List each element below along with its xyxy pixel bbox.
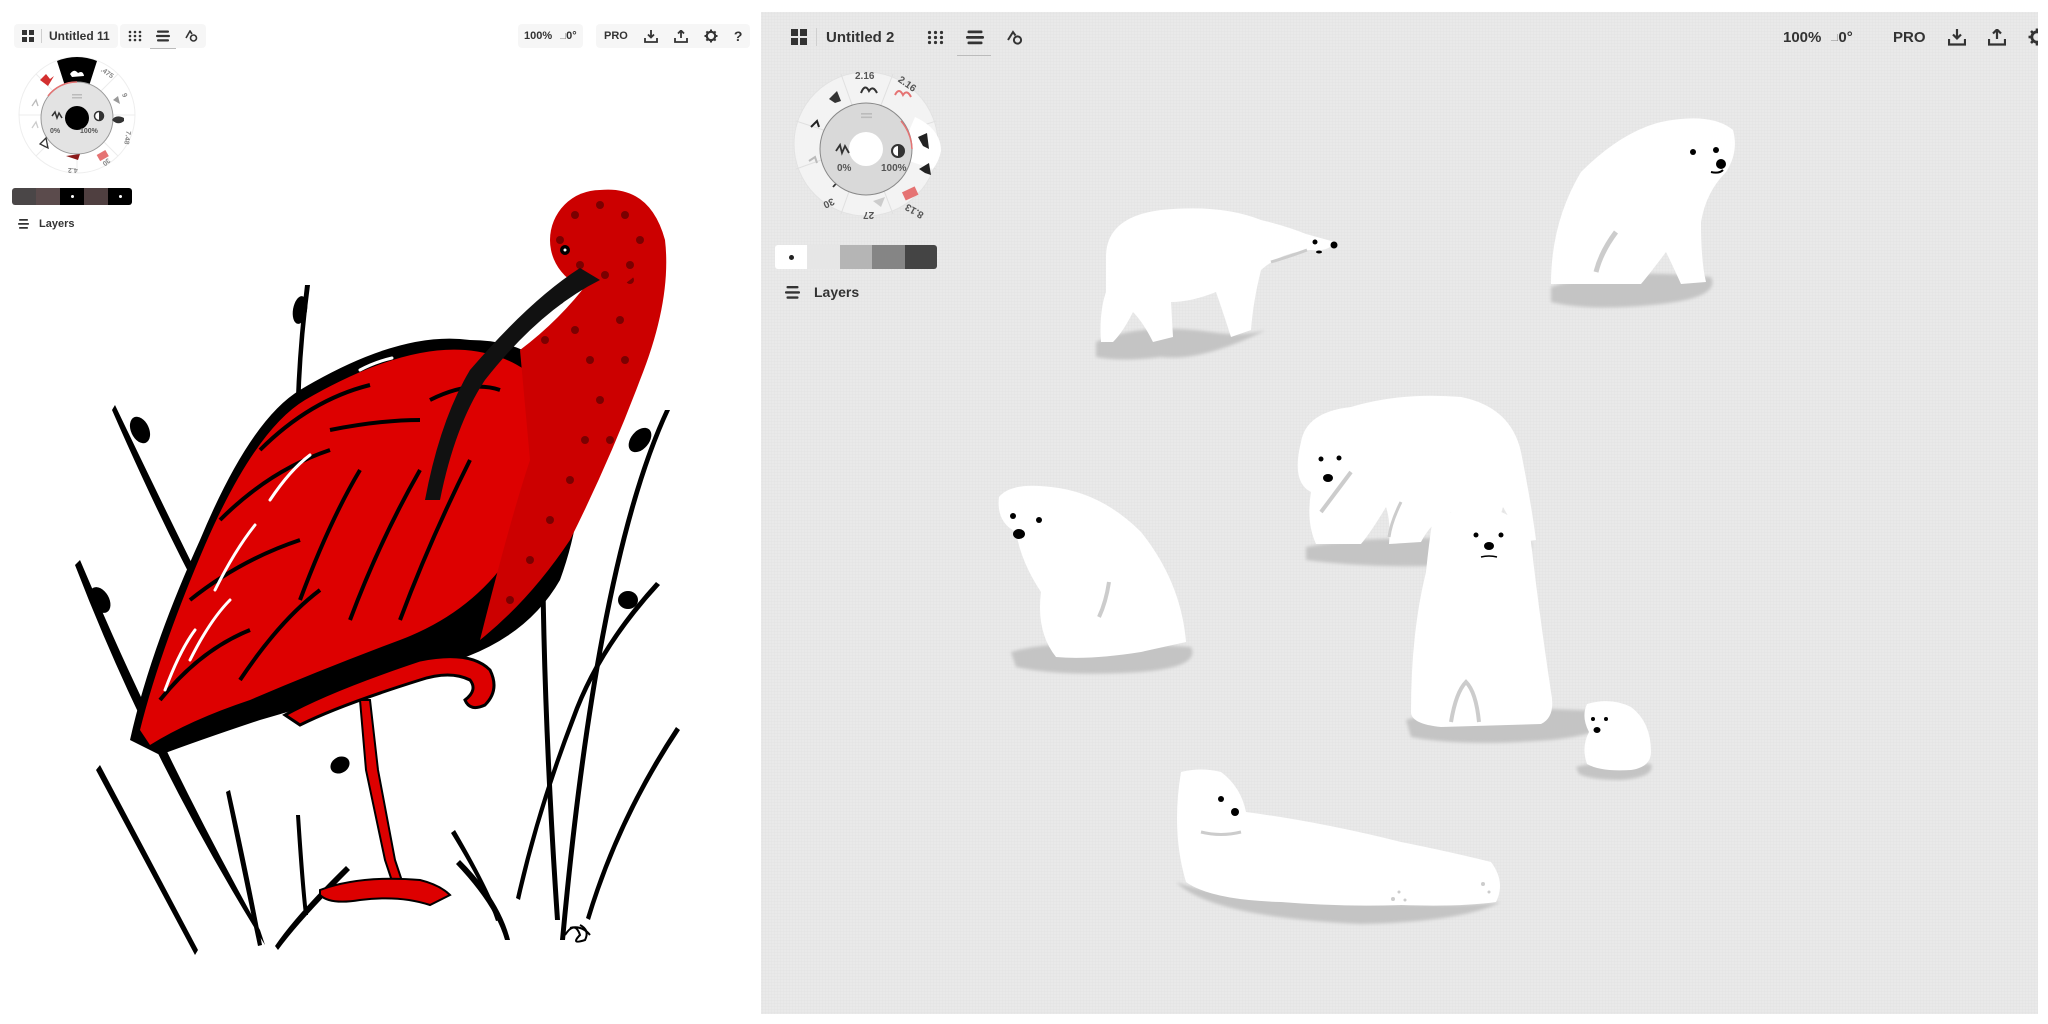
polar-bear-sitting-left (998, 485, 1193, 674)
divider (816, 28, 817, 46)
ibis (130, 189, 667, 907)
artist-signature (564, 924, 591, 943)
view-status-pill: 100% 0° (1779, 22, 1857, 52)
actions-pill: PRO (1889, 22, 2038, 52)
shapes-icon[interactable] (1006, 29, 1023, 45)
polar-bear-mother (1406, 510, 1613, 743)
swatch-3[interactable] (839, 245, 873, 269)
canvas-tools-pill (923, 22, 1027, 52)
layers-label: Layers (39, 218, 75, 230)
actions-pill: PRO ? (596, 24, 751, 48)
document-title[interactable]: Untitled 2 (826, 29, 894, 46)
opacity-value[interactable]: 0% (50, 128, 60, 135)
dot-grid-icon[interactable] (927, 30, 944, 45)
brush-wheel[interactable]: 2.16 2.16 8.13 27 30 0% 100% (791, 69, 941, 220)
polar-bear-walking (1096, 208, 1338, 360)
polar-bears-artwork[interactable] (761, 12, 2038, 1014)
active-color-dot (65, 106, 89, 130)
canvas-tools-pill (120, 24, 206, 48)
swatch-2[interactable] (807, 245, 840, 269)
document-title-pill: Untitled 11 (14, 24, 118, 48)
download-tray-icon[interactable] (1947, 28, 1966, 46)
help-button[interactable]: ? (734, 28, 743, 44)
active-color-dot (849, 132, 883, 166)
rotation-readout[interactable]: 0° (1831, 28, 1853, 46)
upload-tray-icon[interactable] (1987, 28, 2006, 46)
brush-value-4: 27 (863, 209, 875, 220)
upload-tray-icon[interactable] (673, 29, 688, 43)
size-value[interactable]: 100% (881, 163, 907, 174)
swatch-2[interactable] (36, 188, 60, 205)
color-swatches (775, 245, 937, 269)
pro-button[interactable]: PRO (1893, 29, 1926, 46)
stacked-lines-icon[interactable] (156, 30, 170, 42)
polar-bear-lying (1176, 769, 1501, 924)
swatch-1[interactable] (775, 245, 808, 269)
active-tool-indicator (150, 48, 176, 49)
shapes-icon[interactable] (184, 30, 198, 42)
active-tool-indicator (957, 55, 991, 56)
size-value[interactable]: 100% (80, 128, 98, 135)
angle-icon (1831, 33, 1839, 41)
layers-label: Layers (814, 284, 860, 300)
brush-value-5: 4.2 (68, 166, 78, 173)
polar-bear-cub (1576, 701, 1652, 780)
gear-icon[interactable] (2028, 28, 2038, 46)
brush-wheel[interactable]: .475 9 7.48 30 4.2 0% 100% (18, 56, 136, 174)
layers-button[interactable]: Layers (785, 284, 859, 300)
download-tray-icon[interactable] (643, 29, 658, 43)
opacity-value[interactable]: 0% (837, 163, 851, 174)
document-title[interactable]: Untitled 11 (49, 29, 110, 43)
brush-value-1: 2.16 (855, 71, 875, 82)
rotation-readout[interactable]: 0° (560, 30, 577, 42)
swatch-4[interactable] (872, 245, 905, 269)
rotation-value: 0° (566, 30, 577, 42)
layers-icon (785, 285, 800, 299)
swatch-5[interactable] (904, 245, 937, 269)
pro-button[interactable]: PRO (604, 30, 628, 42)
swatch-5[interactable] (108, 188, 132, 205)
swatch-4[interactable] (84, 188, 108, 205)
rotation-value: 0° (1838, 28, 1853, 46)
swatch-1[interactable] (12, 188, 36, 205)
swatch-3[interactable] (60, 188, 84, 205)
document-title-pill: Untitled 2 (787, 22, 898, 52)
grid-2x2-icon[interactable] (22, 30, 34, 42)
zoom-level[interactable]: 100% (524, 30, 552, 42)
layers-icon (18, 219, 29, 229)
zoom-level[interactable]: 100% (1783, 29, 1821, 46)
stacked-lines-icon[interactable] (966, 30, 984, 45)
grid-2x2-icon[interactable] (791, 29, 807, 45)
gear-icon[interactable] (704, 29, 718, 43)
polar-bear-sitting-right (1551, 118, 1735, 308)
layers-button[interactable]: Layers (18, 218, 74, 230)
right-app-window: Untitled 2 100% 0° PRO 2.16 2.16 8.13 27… (761, 12, 2038, 1014)
left-app-window: Untitled 11 100% 0° PRO ? .475 9 7.48 30… (0, 0, 760, 1024)
divider (41, 29, 42, 43)
dot-grid-icon[interactable] (128, 30, 142, 42)
color-swatches (12, 188, 132, 205)
view-status-pill: 100% 0° (518, 24, 583, 48)
